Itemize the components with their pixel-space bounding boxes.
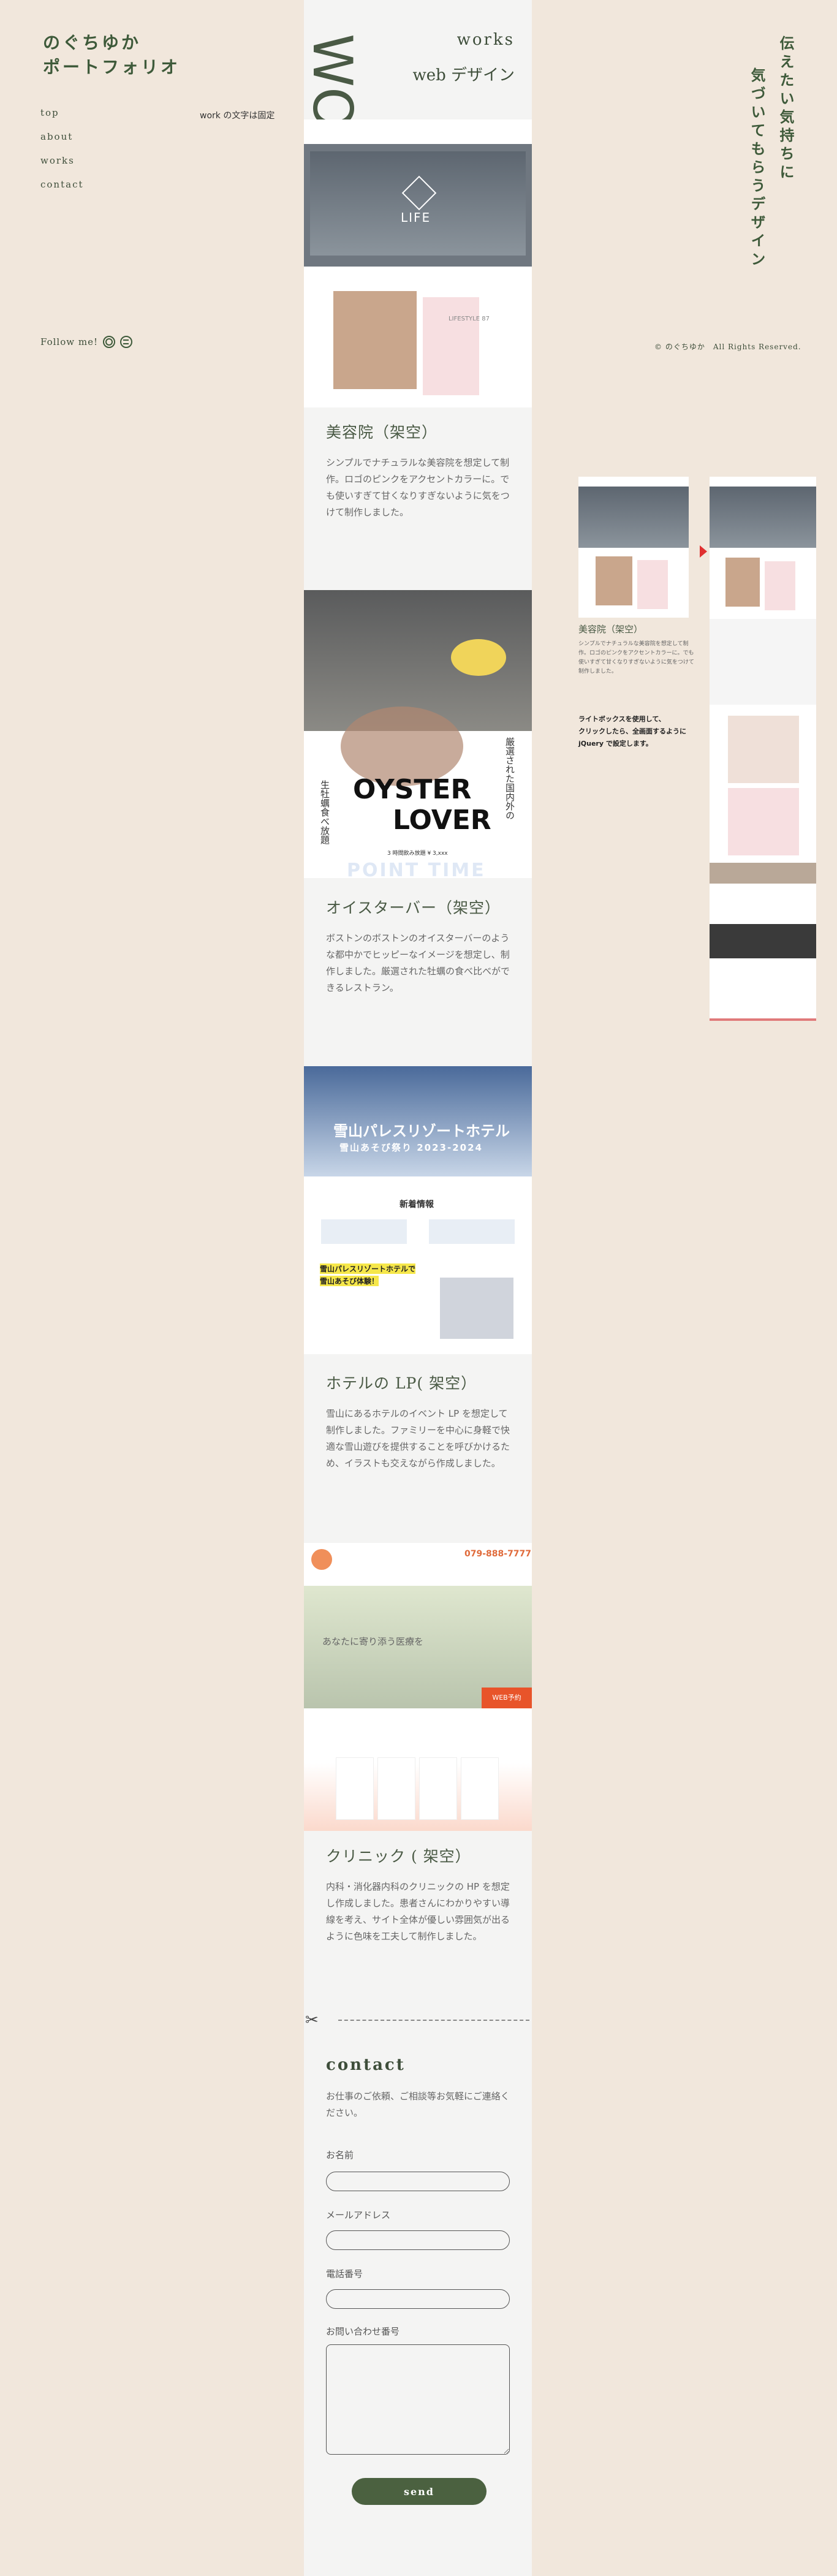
arrow-right-icon (700, 545, 707, 558)
work-item-hotel[interactable]: 雪山パレスリゾートホテル 雪山あそび祭り 2023-2024 新着情報 雪山パレ… (304, 1066, 532, 1354)
nav-contact[interactable]: contact (40, 179, 84, 190)
preview-fullpage[interactable] (710, 477, 816, 1021)
main-nav: top about works contact (40, 107, 84, 203)
work-item-clinic[interactable]: 079-888-7777 あなたに寄り添う医療を WEB予約 (304, 1543, 532, 1831)
work-title-salon: 美容院（架空） (326, 423, 438, 441)
cut-line (338, 2020, 529, 2021)
name-field[interactable] (326, 2172, 510, 2191)
hotel-highlight-2: 雪山あそび体験！ (320, 1276, 379, 1286)
hotel-highlight-1: 雪山パレスリゾートホテルで (320, 1263, 416, 1274)
preview-note-2: クリックしたら、全画面するように (578, 727, 686, 735)
works-subtitle: web デザイン (412, 66, 515, 85)
oyster-screenshot[interactable]: OYSTER LOVER 厳選された国内外の 生牡蠣食べ放題 POINT TIM… (304, 590, 532, 878)
hotel-subtitle: 雪山あそび祭り 2023-2024 (339, 1142, 483, 1153)
brand-logo[interactable]: のぐちゆか ポートフォリオ (43, 31, 180, 80)
oyster-side-text-1: 厳選された国内外の (504, 737, 515, 820)
brand-name: のぐちゆか (43, 32, 142, 53)
salon-sub-label: LIFESTYLE 87 (449, 316, 490, 322)
salon-logo-text: LIFE (401, 210, 431, 225)
oyster-headline-2: LOVER (393, 805, 491, 836)
clinic-hero-text: あなたに寄り添う医療を (322, 1636, 424, 1647)
preview-desc: シンプルでナチュラルな美容院を想定して制作。ロゴのピンクをアクセントカラーに。で… (578, 641, 694, 675)
chat-icon[interactable] (119, 336, 132, 348)
work-desc-clinic: 内科・消化器内科のクリニックの HP を想定し作成しました。患者さんにわかりやす… (326, 1881, 510, 1942)
contact-title: contact (326, 2056, 406, 2074)
work-title-clinic: クリニック ( 架空） (326, 1847, 471, 1865)
phone-label: 電話番号 (326, 2268, 363, 2279)
work-desc-salon: シンプルでナチュラルな美容院を想定して制作。ロゴのピンクをアクセントカラーに。で… (326, 457, 510, 518)
clinic-screenshot[interactable]: 079-888-7777 あなたに寄り添う医療を WEB予約 (304, 1543, 532, 1831)
nav-works[interactable]: works (40, 155, 84, 166)
preview-title: 美容院（架空） (578, 624, 643, 635)
inquiry-textarea[interactable] (326, 2344, 510, 2455)
preview-thumbnail[interactable] (578, 477, 689, 618)
work-item-oyster[interactable]: OYSTER LOVER 厳選された国内外の 生牡蠣食べ放題 POINT TIM… (304, 590, 532, 878)
clinic-phone: 079-888-7777 (464, 1549, 532, 1559)
follow-label: Follow me! (40, 336, 98, 347)
work-title-oyster: オイスターバー（架空） (326, 899, 501, 917)
oyster-headline-1: OYSTER (353, 774, 472, 805)
inquiry-label: お問い合わせ番号 (326, 2326, 400, 2337)
preview-note-3: jQuery で設定します。 (578, 740, 653, 748)
preview-notes: ライトボックスを使用して、 クリックしたら、全画面するように jQuery で設… (578, 713, 686, 750)
oyster-caption: 3 時間飲み放題 ¥ 3,xxx (387, 850, 448, 857)
email-label: メールアドレス (326, 2210, 391, 2221)
works-title: works (456, 31, 515, 49)
oyster-point-time: POINT TIME (347, 860, 486, 878)
work-desc-hotel: 雪山にあるホテルのイベント LP を想定して制作しました。ファミリーを中心に身軽… (326, 1408, 510, 1469)
work-desc-oyster: ボストンのボストンのオイスターバーのような都中かでヒッピーなイメージを想定し、制… (326, 933, 510, 993)
nav-about[interactable]: about (40, 131, 84, 142)
instagram-icon[interactable] (102, 336, 115, 348)
copyright: © のぐちゆか All Rights Reserved. (654, 343, 801, 351)
follow-me: Follow me! (40, 336, 132, 348)
phone-field[interactable] (326, 2289, 510, 2309)
hotel-news: 新着情報 (400, 1200, 434, 1210)
hotel-screenshot[interactable]: 雪山パレスリゾートホテル 雪山あそび祭り 2023-2024 新着情報 雪山パレ… (304, 1066, 532, 1354)
design-note: work の文字は固定 (200, 111, 275, 121)
email-field[interactable] (326, 2230, 510, 2250)
contact-intro: お仕事のご依頼、ご相談等お気軽にご連絡ください。 (326, 2091, 510, 2118)
work-title-hotel: ホテルの LP( 架空） (326, 1374, 477, 1392)
tagline-col2: 気づいてもらうデザイン (748, 67, 766, 270)
hotel-title: 雪山パレスリゾートホテル (333, 1123, 510, 1140)
name-label: お名前 (326, 2150, 354, 2161)
clinic-web-reserve[interactable]: WEB予約 (482, 1688, 532, 1708)
work-item-salon[interactable]: LIFE LIFESTYLE 87 (304, 119, 532, 407)
nav-top[interactable]: top (40, 107, 84, 118)
works-panel: WORKS works web デザイン LIFE LIFESTYLE 87 美… (301, 0, 532, 2576)
brand-subtitle: ポートフォリオ (43, 57, 181, 77)
tagline-col1: 伝えたい気持ちに (777, 36, 795, 183)
preview-note-1: ライトボックスを使用して、 (578, 715, 665, 723)
send-button[interactable]: send (352, 2478, 487, 2505)
salon-screenshot[interactable]: LIFE (304, 119, 532, 267)
oyster-side-text-2: 生牡蠣食べ放題 (319, 780, 330, 844)
scissors-icon: ✂ (305, 2011, 319, 2029)
